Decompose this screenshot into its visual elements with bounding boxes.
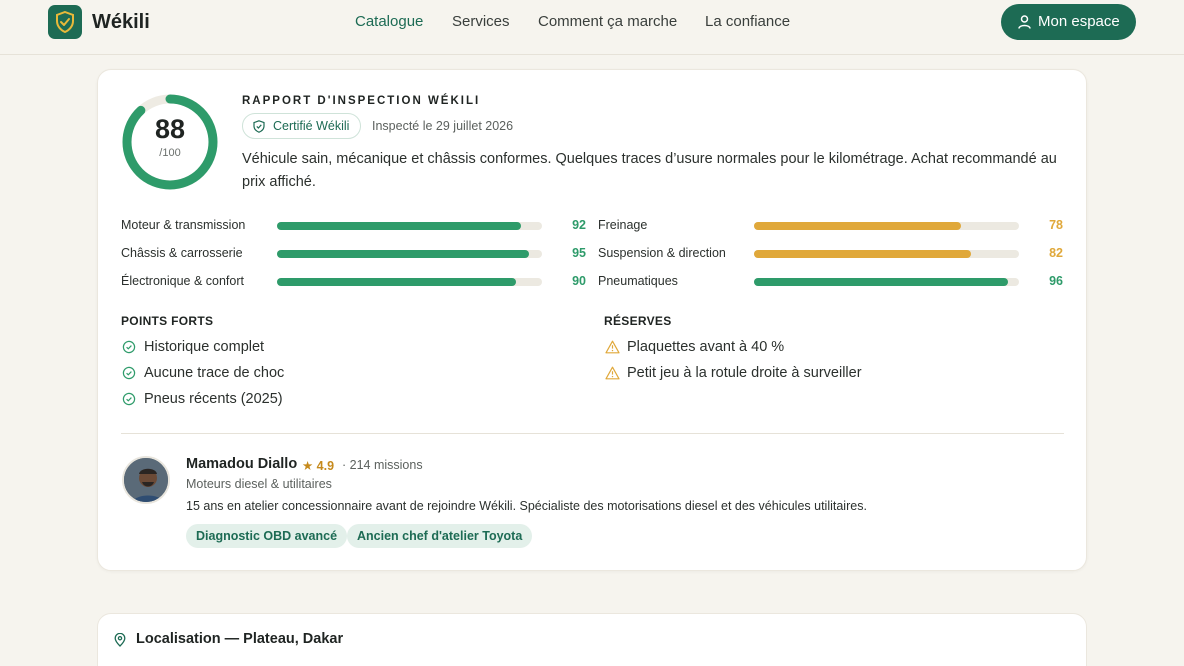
nav-trust[interactable]: La confiance [705, 13, 790, 30]
criterion-label: Moteur & transmission [121, 218, 246, 232]
criterion-bar-track [277, 278, 542, 286]
map-pin-icon [114, 633, 126, 647]
strength-item-label: Pneus récents (2025) [144, 391, 283, 407]
criterion-bar-fill [277, 222, 521, 230]
criterion-bar-track [277, 222, 542, 230]
location-title: Localisation — Plateau, Dakar [136, 631, 344, 647]
reserve-item-label: Petit jeu à la rotule droite à surveille… [627, 365, 862, 381]
criterion-bar-fill [277, 250, 529, 258]
inspector-tag: Ancien chef d'atelier Toyota [347, 524, 533, 548]
strength-item-label: Aucune trace de choc [144, 365, 285, 381]
inspection-report-card: 88 /100 RAPPORT D'INSPECTION WÉKILI Cert… [97, 69, 1087, 571]
brand-logo[interactable] [48, 5, 82, 39]
criterion-bar-track [754, 278, 1019, 286]
criterion-value: 82 [1049, 246, 1063, 260]
criterion-bar-track [277, 250, 542, 258]
check-circle-icon [122, 392, 136, 406]
strength-item-label: Historique complet [144, 339, 265, 355]
nav-how-it-works[interactable]: Comment ça marche [538, 13, 677, 30]
my-space-button[interactable]: Mon espace [1001, 4, 1136, 40]
nav-services[interactable]: Services [452, 13, 510, 30]
strength-item: Historique complet [122, 339, 265, 355]
avatar-photo [124, 458, 168, 502]
inspector-avatar[interactable] [122, 456, 170, 504]
location-card: Localisation — Plateau, Dakar [97, 613, 1087, 666]
criterion-bar-track [754, 250, 1019, 258]
criterion-bar-track [754, 222, 1019, 230]
inspector-bio: 15 ans en atelier concessionnaire avant … [186, 499, 867, 513]
certified-badge: Certifié Wékili [242, 113, 362, 139]
score-value: 88 [154, 114, 186, 144]
reserve-item: Plaquettes avant à 40 % [605, 339, 785, 355]
criterion-value: 78 [1049, 218, 1063, 232]
criterion-label: Freinage [598, 218, 648, 232]
brand-name[interactable]: Wékili [92, 11, 150, 34]
criterion-value: 96 [1049, 274, 1063, 288]
check-circle-icon [122, 340, 136, 354]
strength-item: Aucune trace de choc [122, 365, 285, 381]
strength-item: Pneus récents (2025) [122, 391, 283, 407]
criterion-bar-fill [754, 222, 961, 230]
score-max: /100 [159, 147, 181, 159]
criterion-value: 90 [572, 274, 586, 288]
warning-icon [605, 366, 620, 380]
criterion-bar-fill [754, 278, 1009, 286]
inspector-rating: ★ 4.9 [302, 459, 335, 473]
reserve-item-label: Plaquettes avant à 40 % [627, 339, 785, 355]
certified-badge-label: Certifié Wékili [273, 119, 350, 133]
check-circle-icon [122, 366, 136, 380]
my-space-label: Mon espace [1038, 13, 1120, 30]
criterion-bar-fill [754, 250, 972, 258]
top-navigation: Wékili Catalogue Services Comment ça mar… [0, 0, 1184, 55]
report-eyebrow: RAPPORT D'INSPECTION WÉKILI [242, 95, 481, 107]
strengths-title: POINTS FORTS [121, 314, 214, 328]
report-summary: Véhicule sain, mécanique et châssis conf… [242, 151, 1057, 190]
shield-check-icon [253, 120, 265, 133]
section-divider [121, 433, 1064, 434]
inspector-tag: Diagnostic OBD avancé [186, 524, 348, 548]
reserves-title: RÉSERVES [604, 314, 672, 328]
inspector-missions: · 214 missions [342, 458, 423, 472]
criterion-value: 92 [572, 218, 586, 232]
criterion-label: Châssis & carrosserie [121, 246, 243, 260]
criterion-value: 95 [572, 246, 586, 260]
criterion-label: Suspension & direction [598, 246, 726, 260]
inspector-specialty: Moteurs diesel & utilitaires [186, 477, 332, 491]
warning-icon [605, 340, 620, 354]
criterion-bar-fill [277, 278, 516, 286]
shield-check-icon [56, 11, 74, 33]
inspector-name[interactable]: Mamadou Diallo [186, 456, 297, 472]
criterion-label: Électronique & confort [121, 274, 244, 288]
inspection-date: Inspecté le 29 juillet 2026 [372, 119, 514, 133]
criterion-label: Pneumatiques [598, 274, 678, 288]
reserve-item: Petit jeu à la rotule droite à surveille… [605, 365, 862, 381]
nav-catalogue[interactable]: Catalogue [355, 13, 423, 30]
user-icon [1018, 15, 1031, 29]
